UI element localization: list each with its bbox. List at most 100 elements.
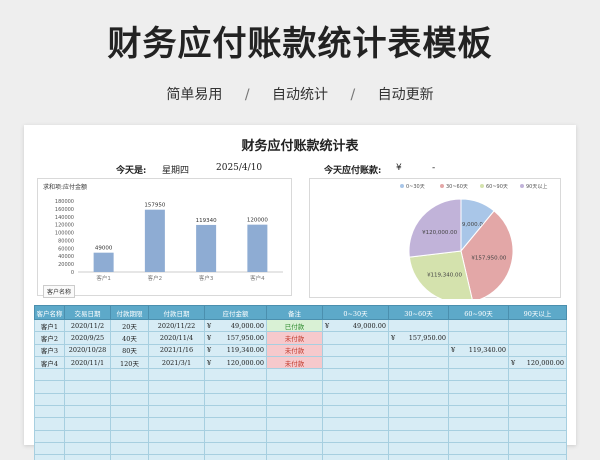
empty-cell[interactable] bbox=[322, 392, 389, 407]
empty-cell[interactable] bbox=[148, 417, 205, 431]
empty-cell[interactable] bbox=[64, 417, 111, 431]
empty-cell[interactable] bbox=[204, 454, 267, 460]
empty-cell[interactable] bbox=[388, 441, 449, 456]
bar[interactable] bbox=[247, 224, 268, 272]
legend-label[interactable]: 90天以上 bbox=[526, 183, 547, 190]
amount-cell[interactable] bbox=[322, 331, 389, 345]
note-cell[interactable]: 未付款 bbox=[266, 355, 323, 370]
empty-cell[interactable] bbox=[508, 368, 567, 382]
empty-cell[interactable] bbox=[64, 368, 111, 382]
empty-cell[interactable] bbox=[508, 429, 567, 443]
column-header[interactable]: 交易日期 bbox=[64, 305, 111, 320]
empty-cell[interactable] bbox=[204, 405, 267, 419]
empty-cell[interactable] bbox=[148, 368, 205, 382]
customer-cell[interactable]: 客户4 bbox=[34, 355, 65, 370]
amount-cell[interactable]: ¥49,000.00 bbox=[204, 318, 267, 333]
empty-cell[interactable] bbox=[266, 368, 323, 382]
bar[interactable] bbox=[144, 209, 165, 272]
customer-filter-button[interactable]: 客户名称 bbox=[43, 285, 76, 298]
empty-cell[interactable] bbox=[64, 441, 111, 456]
empty-cell[interactable] bbox=[148, 429, 205, 443]
empty-cell[interactable] bbox=[110, 380, 149, 394]
empty-cell[interactable] bbox=[448, 441, 509, 456]
empty-cell[interactable] bbox=[64, 429, 111, 443]
empty-cell[interactable] bbox=[148, 392, 205, 407]
empty-cell[interactable] bbox=[508, 441, 567, 456]
empty-cell[interactable] bbox=[110, 417, 149, 431]
empty-cell[interactable] bbox=[110, 429, 149, 443]
empty-cell[interactable] bbox=[508, 380, 567, 394]
empty-cell[interactable] bbox=[448, 368, 509, 382]
empty-cell[interactable] bbox=[508, 454, 567, 460]
empty-cell[interactable] bbox=[64, 405, 111, 419]
empty-cell[interactable] bbox=[148, 380, 205, 394]
amount-cell[interactable]: ¥119,340.00 bbox=[204, 343, 267, 357]
empty-cell[interactable] bbox=[148, 441, 205, 456]
empty-cell[interactable] bbox=[448, 417, 509, 431]
empty-cell[interactable] bbox=[448, 405, 509, 419]
empty-cell[interactable] bbox=[204, 417, 267, 431]
empty-cell[interactable] bbox=[34, 429, 65, 443]
empty-cell[interactable] bbox=[448, 429, 509, 443]
amount-cell[interactable] bbox=[388, 318, 449, 333]
empty-cell[interactable] bbox=[448, 454, 509, 460]
amount-cell[interactable] bbox=[322, 355, 389, 370]
amount-cell[interactable] bbox=[508, 343, 567, 357]
empty-cell[interactable] bbox=[322, 441, 389, 456]
amount-cell[interactable] bbox=[508, 318, 567, 333]
customer-cell[interactable]: 客户1 bbox=[34, 318, 65, 333]
amount-cell[interactable] bbox=[448, 318, 509, 333]
amount-cell[interactable]: ¥49,000.00 bbox=[322, 318, 389, 333]
empty-cell[interactable] bbox=[204, 380, 267, 394]
amount-cell[interactable]: ¥120,000.00 bbox=[204, 355, 267, 370]
amount-cell[interactable] bbox=[448, 331, 509, 345]
column-header[interactable]: 付款期限 bbox=[110, 305, 149, 320]
empty-cell[interactable] bbox=[266, 380, 323, 394]
empty-cell[interactable] bbox=[110, 454, 149, 460]
bar[interactable] bbox=[196, 224, 217, 272]
empty-cell[interactable] bbox=[322, 417, 389, 431]
column-header[interactable]: 0~30天 bbox=[322, 305, 389, 320]
column-header[interactable]: 付款日期 bbox=[148, 305, 205, 320]
empty-cell[interactable] bbox=[388, 454, 449, 460]
trade-date-cell[interactable]: 2020/11/2 bbox=[64, 318, 111, 333]
bar[interactable] bbox=[93, 252, 114, 272]
empty-cell[interactable] bbox=[508, 392, 567, 407]
empty-cell[interactable] bbox=[34, 417, 65, 431]
legend-label[interactable]: 30~60天 bbox=[446, 184, 468, 190]
note-cell[interactable]: 已付款 bbox=[266, 318, 323, 333]
amount-cell[interactable]: ¥119,340.00 bbox=[448, 343, 509, 357]
pie-chart[interactable]: 0~30天 30~60天 60~90天 90天以上 ¥49,000.00 ¥157,950… bbox=[309, 178, 561, 299]
empty-cell[interactable] bbox=[388, 417, 449, 431]
empty-cell[interactable] bbox=[322, 368, 389, 382]
pie-slice[interactable] bbox=[408, 198, 462, 258]
pay-date-cell[interactable]: 2020/11/22 bbox=[148, 318, 205, 333]
empty-cell[interactable] bbox=[110, 405, 149, 419]
empty-cell[interactable] bbox=[508, 405, 567, 419]
trade-date-cell[interactable]: 2020/9/25 bbox=[64, 331, 111, 345]
empty-cell[interactable] bbox=[204, 441, 267, 456]
customer-cell[interactable]: 客户3 bbox=[34, 343, 65, 357]
empty-cell[interactable] bbox=[204, 392, 267, 407]
pay-date-cell[interactable]: 2020/11/4 bbox=[148, 331, 205, 345]
trade-date-cell[interactable]: 2020/10/28 bbox=[64, 343, 111, 357]
empty-cell[interactable] bbox=[322, 380, 389, 394]
empty-cell[interactable] bbox=[266, 392, 323, 407]
empty-cell[interactable] bbox=[388, 405, 449, 419]
empty-cell[interactable] bbox=[448, 392, 509, 407]
term-cell[interactable]: 80天 bbox=[110, 343, 149, 357]
empty-cell[interactable] bbox=[64, 454, 111, 460]
empty-cell[interactable] bbox=[204, 368, 267, 382]
empty-cell[interactable] bbox=[110, 392, 149, 407]
empty-cell[interactable] bbox=[34, 392, 65, 407]
empty-cell[interactable] bbox=[388, 380, 449, 394]
column-header[interactable]: 30~60天 bbox=[388, 305, 449, 320]
amount-cell[interactable] bbox=[322, 343, 389, 357]
note-cell[interactable]: 未付款 bbox=[266, 343, 323, 357]
empty-cell[interactable] bbox=[322, 429, 389, 443]
empty-cell[interactable] bbox=[34, 380, 65, 394]
trade-date-cell[interactable]: 2020/11/1 bbox=[64, 355, 111, 370]
amount-cell[interactable] bbox=[388, 355, 449, 370]
empty-cell[interactable] bbox=[110, 441, 149, 456]
term-cell[interactable]: 20天 bbox=[110, 318, 149, 333]
